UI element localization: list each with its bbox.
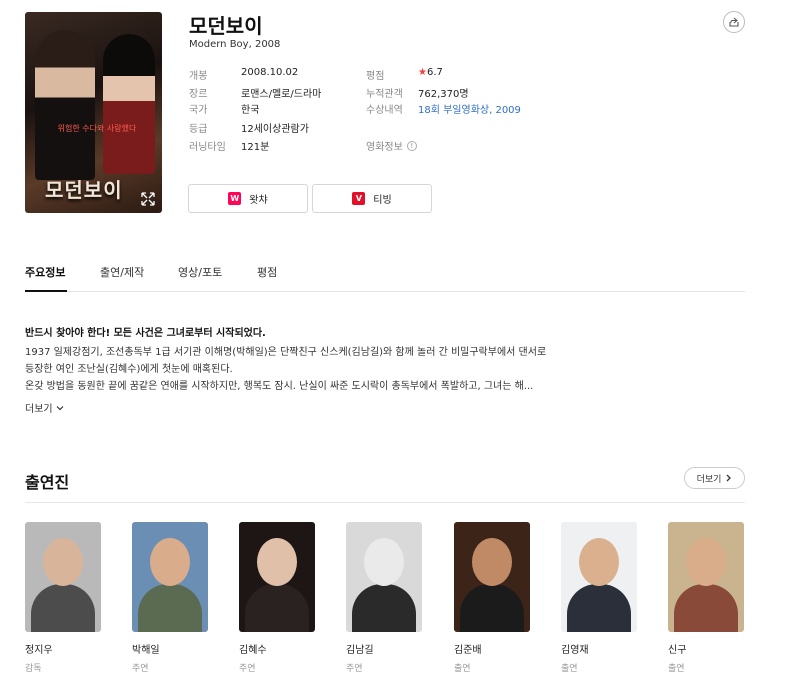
country-label: 국가 xyxy=(189,105,208,116)
release-label: 개봉 xyxy=(189,71,208,82)
tab-reviews[interactable]: 평점 xyxy=(257,264,277,280)
movie-title: 모던보이 xyxy=(189,14,263,38)
award-label: 수상내역 xyxy=(366,105,403,116)
cast-photo[interactable] xyxy=(25,522,101,632)
movieinfo-label[interactable]: 영화정보 ! xyxy=(366,138,417,153)
rating-value: 12세이상관람가 xyxy=(241,124,309,135)
cast-name[interactable]: 김남길 xyxy=(346,641,422,656)
tab-cast-crew[interactable]: 출연/제작 xyxy=(100,264,144,280)
ott-tving-button[interactable]: V 티빙 xyxy=(312,184,432,213)
score-label: 평점 xyxy=(366,71,385,82)
cast-role: 감독 xyxy=(25,664,42,674)
cast-name[interactable]: 신구 xyxy=(668,641,744,656)
audience-value: 762,370명 xyxy=(418,89,469,100)
cast-role: 출연 xyxy=(668,664,685,674)
cast-photo[interactable] xyxy=(132,522,208,632)
star-icon: ★ xyxy=(418,67,427,78)
synopsis-more-button[interactable]: 더보기 xyxy=(25,400,64,415)
cast-card[interactable]: 박해일주연 xyxy=(132,522,208,674)
expand-icon[interactable] xyxy=(140,191,156,207)
ott-label: 왓챠 xyxy=(249,195,268,206)
cast-role: 출연 xyxy=(561,664,578,674)
synopsis-line: 등장한 여인 조난실(김혜수)에게 첫눈에 매혹된다. xyxy=(25,364,233,375)
cast-name[interactable]: 김혜수 xyxy=(239,641,315,656)
award-link[interactable]: 18회 부일영화상, 2009 xyxy=(418,101,521,116)
cast-role: 출연 xyxy=(454,664,471,674)
score-value: ★6.7 xyxy=(418,67,443,78)
tab-bar: 주요정보 출연/제작 영상/포토 평점 xyxy=(25,256,745,292)
cast-more-button[interactable]: 더보기 xyxy=(684,467,745,489)
rating-label: 등급 xyxy=(189,124,208,135)
watcha-logo-icon: W xyxy=(228,192,242,205)
ott-watcha-button[interactable]: W 왓챠 xyxy=(188,184,308,213)
cast-photo[interactable] xyxy=(561,522,637,632)
cast-photo[interactable] xyxy=(346,522,422,632)
cast-photo[interactable] xyxy=(239,522,315,632)
genre-label: 장르 xyxy=(189,89,208,100)
poster-figure-man xyxy=(35,30,95,180)
release-value: 2008.10.02 xyxy=(241,67,299,78)
active-tab-indicator xyxy=(25,290,67,292)
cast-name[interactable]: 정지우 xyxy=(25,641,101,656)
cast-photo[interactable] xyxy=(454,522,530,632)
poster-title-text: 모던보이 xyxy=(45,178,123,202)
synopsis-line: 온갖 방법을 동원한 끝에 꿈같은 연애를 시작하지만, 행복도 잠시. 난실이… xyxy=(25,381,534,392)
cast-card[interactable]: 김혜수주연 xyxy=(239,522,315,674)
runtime-value: 121분 xyxy=(241,142,270,153)
movie-poster[interactable]: 위험한 수다와 사랑했다 모던보이 xyxy=(25,12,162,213)
poster-tagline: 위험한 수다와 사랑했다 xyxy=(57,124,137,133)
cast-role: 주연 xyxy=(346,664,363,674)
tab-video-photo[interactable]: 영상/포토 xyxy=(178,264,222,280)
tving-logo-icon: V xyxy=(352,192,366,205)
synopsis-headline: 반드시 찾아야 한다! 모든 사건은 그녀로부터 시작되었다. xyxy=(25,328,266,339)
chevron-right-icon xyxy=(726,474,732,482)
cast-photo[interactable] xyxy=(668,522,744,632)
cast-name[interactable]: 김준배 xyxy=(454,641,530,656)
cast-card[interactable]: 정지우감독 xyxy=(25,522,101,674)
share-icon xyxy=(729,17,739,27)
section-divider xyxy=(25,502,745,503)
cast-card[interactable]: 김영재출연 xyxy=(561,522,637,674)
runtime-label: 러닝타임 xyxy=(189,142,226,153)
cast-section-title: 출연진 xyxy=(25,473,70,492)
cast-card[interactable]: 김준배출연 xyxy=(454,522,530,674)
tab-main-info[interactable]: 주요정보 xyxy=(25,264,65,280)
ott-label: 티빙 xyxy=(373,195,392,206)
cast-role: 주연 xyxy=(239,664,256,674)
info-icon: ! xyxy=(406,140,417,151)
poster-figure-woman xyxy=(103,34,155,174)
cast-name[interactable]: 김영재 xyxy=(561,641,637,656)
cast-name[interactable]: 박해일 xyxy=(132,641,208,656)
cast-card[interactable]: 신구출연 xyxy=(668,522,744,674)
synopsis-line: 1937 일제강점기, 조선총독부 1급 서기관 이해명(박해일)은 단짝친구 … xyxy=(25,347,547,358)
share-button[interactable] xyxy=(723,11,745,33)
audience-label: 누적관객 xyxy=(366,89,403,100)
cast-role: 주연 xyxy=(132,664,149,674)
chevron-down-icon xyxy=(56,405,64,410)
movie-subtitle: Modern Boy, 2008 xyxy=(189,39,281,50)
country-value: 한국 xyxy=(241,105,260,116)
genre-value: 로맨스/멜로/드라마 xyxy=(241,89,322,100)
cast-card[interactable]: 김남길주연 xyxy=(346,522,422,674)
